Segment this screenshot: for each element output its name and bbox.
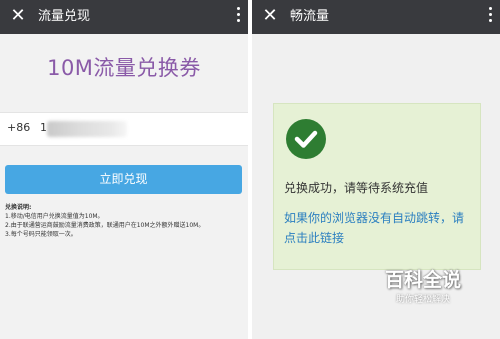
- left-screen: ✕ 流量兑现 10M流量兑换券 +86 1 立即兑现 兑换说明: 1.移动/电信…: [0, 0, 248, 339]
- right-title-bar: ✕ 畅流量: [252, 0, 500, 34]
- watermark-logo: 百科全说 助你轻松解决: [346, 265, 500, 315]
- notes-item: 1.移动/电信用户兑换流量值为10M。: [5, 213, 104, 220]
- watermark-main-text: 百科全说: [384, 269, 461, 291]
- success-card: 兑换成功，请等待系统充值 如果你的浏览器没有自动跳转，请点击此链接: [273, 103, 481, 270]
- voucher-heading: 10M流量兑换券: [47, 56, 201, 80]
- close-icon[interactable]: ✕: [8, 6, 28, 26]
- right-page-title: 畅流量: [290, 9, 330, 24]
- success-message: 兑换成功，请等待系统充值: [284, 181, 429, 195]
- more-vertical-icon[interactable]: [234, 7, 242, 27]
- checkmark-circle-icon: [286, 119, 326, 159]
- phone-number-field[interactable]: 1: [40, 121, 47, 134]
- phone-input-row[interactable]: +86 1: [0, 112, 248, 146]
- close-icon[interactable]: ✕: [260, 6, 280, 26]
- redirect-link[interactable]: 如果你的浏览器没有自动跳转，请点击此链接: [284, 208, 474, 248]
- country-code: +86: [7, 121, 31, 134]
- notes-item: 3.每个号码只能领取一次。: [5, 231, 77, 238]
- redeem-notes: 兑换说明: 1.移动/电信用户兑换流量值为10M。 2.由于联通营运商鼓励流量消…: [5, 203, 243, 239]
- blurred-phone-digits: [47, 121, 127, 137]
- redeem-button[interactable]: 立即兑现: [5, 165, 242, 194]
- watermark-sub-text: 助你轻松解决: [395, 295, 450, 305]
- notes-item: 2.由于联通营运商鼓励流量消费政策，联通用户在10M之外额外赠送10M。: [5, 222, 205, 229]
- more-vertical-icon[interactable]: [486, 7, 494, 27]
- right-screen: ✕ 畅流量 兑换成功，请等待系统充值 如果你的浏览器没有自动跳转，请点击此链接 …: [252, 0, 500, 339]
- left-page-title: 流量兑现: [38, 9, 91, 24]
- left-title-bar: ✕ 流量兑现: [0, 0, 248, 34]
- notes-title: 兑换说明:: [5, 204, 32, 211]
